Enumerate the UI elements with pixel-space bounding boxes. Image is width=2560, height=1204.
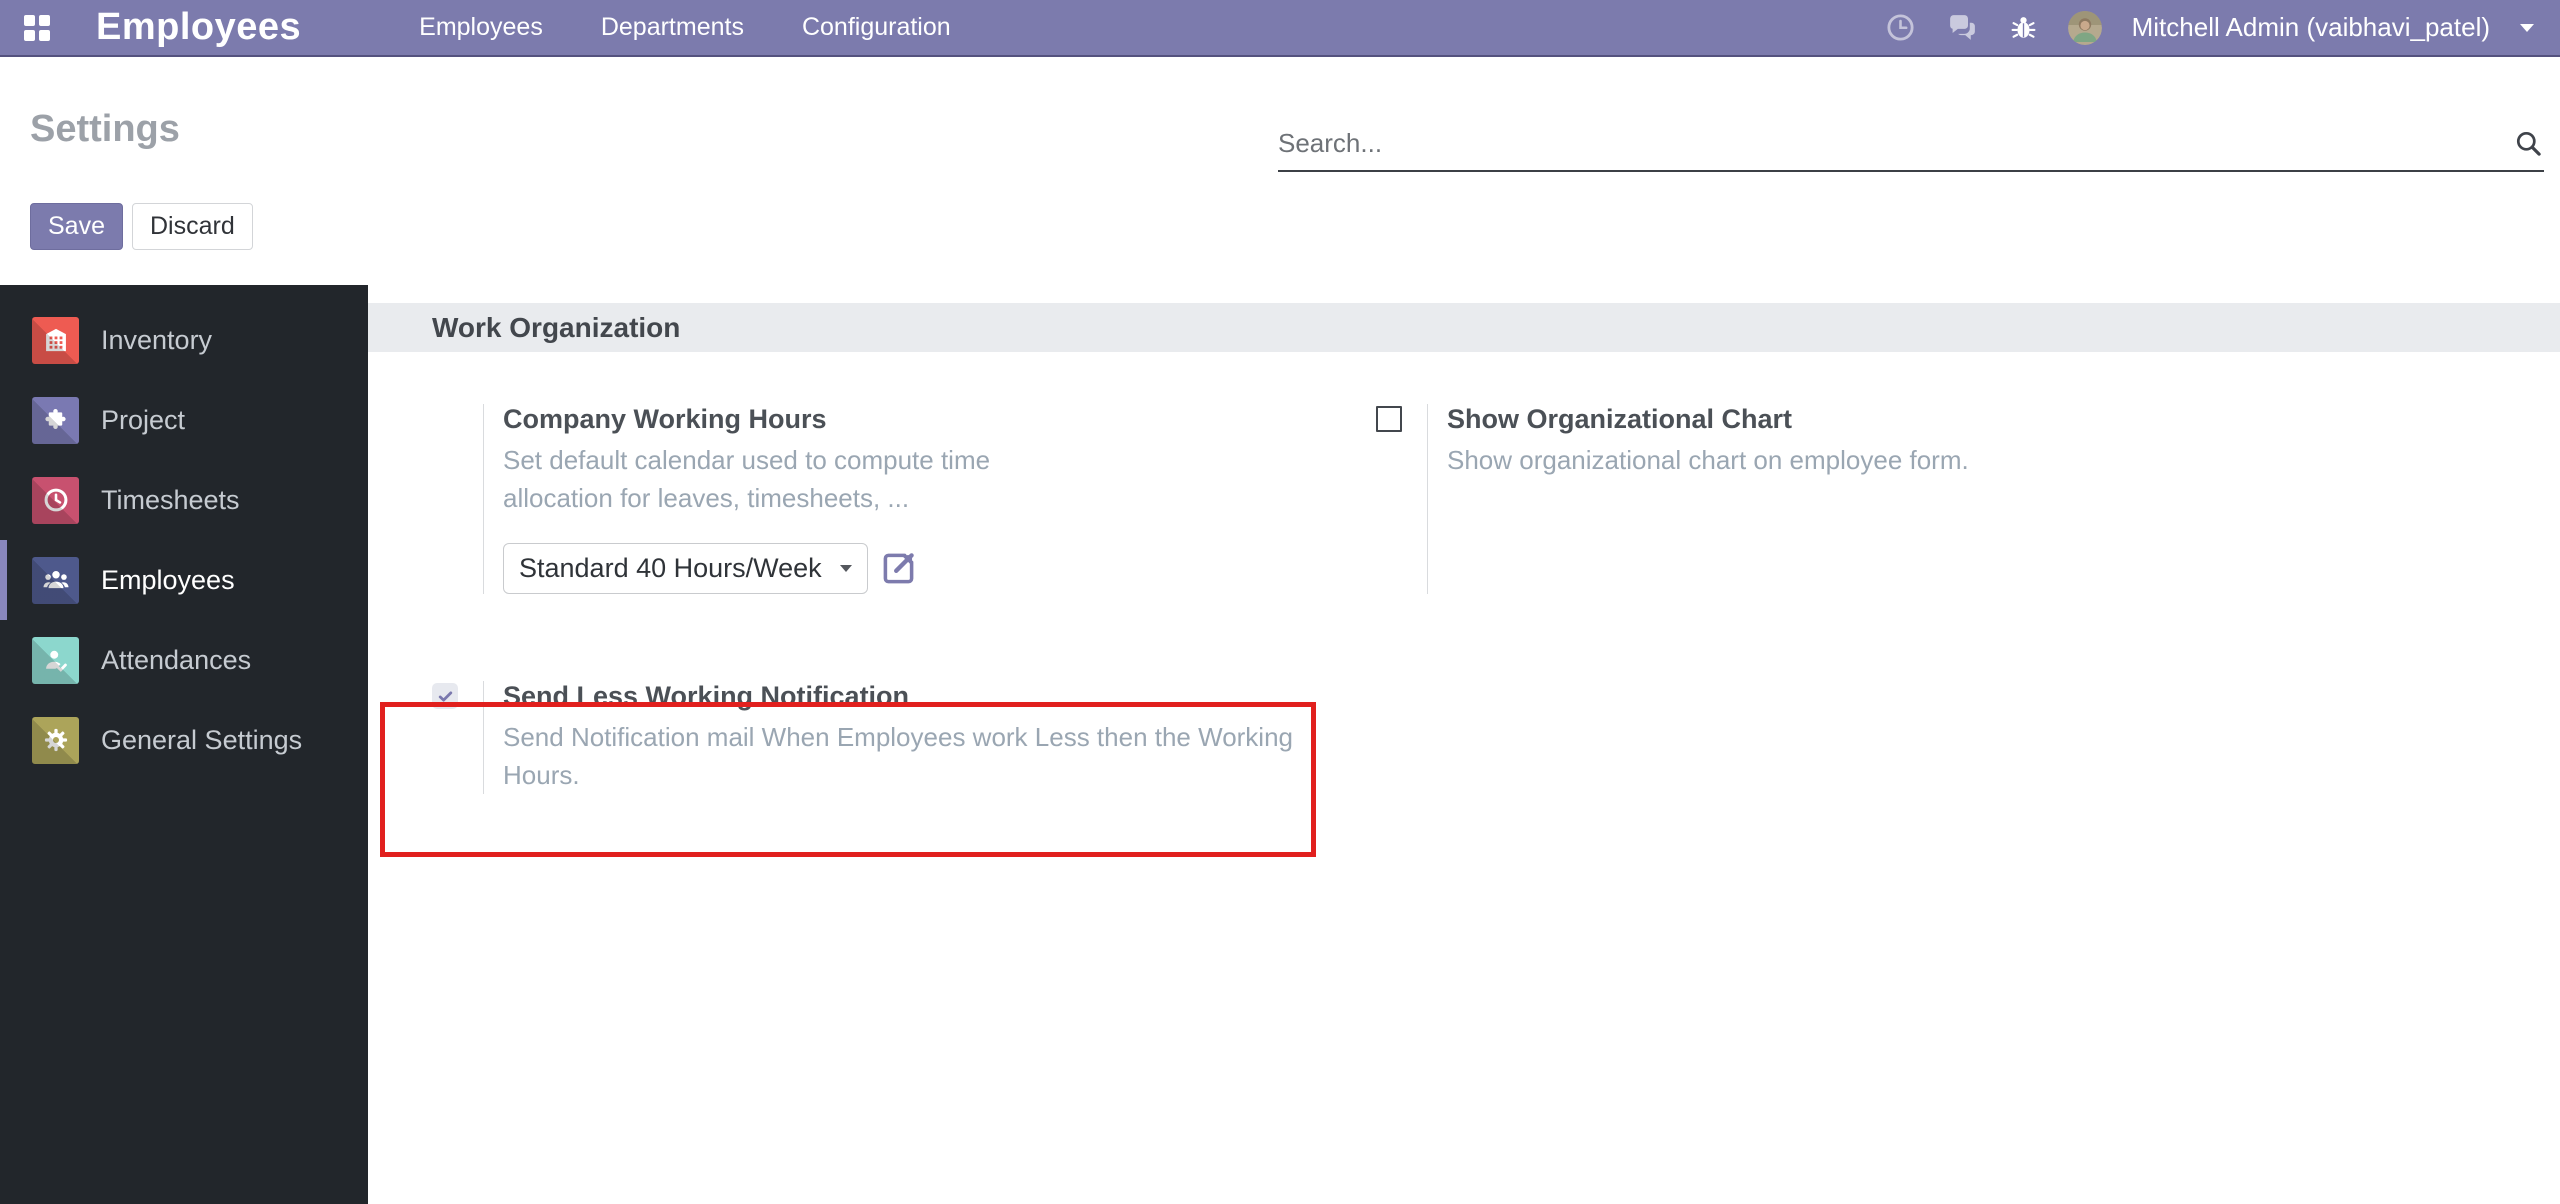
sidebar-item-timesheets[interactable]: Timesheets: [0, 460, 368, 540]
setting-right-pane: Show Organizational Chart Show organizat…: [1427, 404, 2320, 594]
top-navbar: Employees Employees Departments Configur…: [0, 0, 2560, 57]
setting-left-pane: [1376, 404, 1427, 594]
timesheets-icon: [32, 476, 79, 524]
user-avatar[interactable]: [2067, 10, 2102, 45]
debug-icon[interactable]: [2009, 13, 2038, 42]
setting-send-less-working-notification: Send Less Working Notification Send Noti…: [432, 681, 1376, 794]
apps-menu-icon[interactable]: [24, 14, 50, 41]
messages-icon[interactable]: [1946, 11, 1979, 44]
sidebar-label: Inventory: [101, 324, 213, 355]
working-hours-select-value: Standard 40 Hours/Week: [519, 553, 822, 583]
project-icon: [32, 396, 79, 444]
user-menu[interactable]: Mitchell Admin (vaibhavi_patel): [2132, 12, 2490, 43]
navbar-right: Mitchell Admin (vaibhavi_patel): [1885, 10, 2560, 45]
setting-description: Send Notification mail When Employees wo…: [503, 722, 1294, 790]
settings-content: Work Organization Company Working Hours …: [368, 285, 2560, 1204]
search-input[interactable]: [1278, 127, 2513, 159]
select-caret-icon: [839, 565, 852, 572]
save-button[interactable]: Save: [30, 203, 123, 250]
setting-title: Send Less Working Notification: [503, 681, 910, 711]
sidebar-item-general-settings[interactable]: General Settings: [0, 700, 368, 780]
setting-company-working-hours: Company Working Hours Set default calend…: [432, 404, 1376, 594]
nav-item-departments[interactable]: Departments: [601, 13, 744, 42]
setting-show-org-chart: Show Organizational Chart Show organizat…: [1376, 404, 2320, 594]
activities-clock-icon[interactable]: [1885, 12, 1916, 43]
top-menu: Employees Departments Configuration: [419, 13, 951, 42]
employees-icon: [32, 556, 79, 604]
sidebar-label: Attendances: [101, 644, 252, 675]
setting-left-pane: [432, 681, 483, 794]
chevron-down-icon[interactable]: [2520, 23, 2534, 32]
external-link-icon[interactable]: [880, 550, 917, 587]
setting-right-pane: Company Working Hours Set default calend…: [483, 404, 1376, 594]
sidebar-item-employees[interactable]: Employees: [0, 540, 368, 620]
discard-button[interactable]: Discard: [131, 203, 253, 250]
settings-row-2: Send Less Working Notification Send Noti…: [368, 681, 2560, 794]
setting-left-pane: [432, 404, 483, 594]
sidebar-label: General Settings: [101, 724, 303, 755]
setting-title: Company Working Hours: [503, 404, 827, 434]
section-header-work-organization: Work Organization: [368, 303, 2560, 352]
sidebar-label: Project: [101, 404, 186, 435]
sidebar-item-attendances[interactable]: Attendances: [0, 620, 368, 700]
search-icon[interactable]: [2513, 128, 2544, 159]
send-less-working-notification-checkbox[interactable]: [432, 683, 458, 709]
page-title: Settings: [30, 108, 180, 150]
setting-description: Show organizational chart on employee fo…: [1447, 445, 1969, 475]
inventory-icon: [32, 316, 79, 364]
general-settings-icon: [32, 716, 79, 764]
search-bar: [1278, 116, 2544, 172]
attendances-icon: [32, 636, 79, 684]
working-hours-select[interactable]: Standard 40 Hours/Week: [503, 543, 868, 594]
setting-right-pane: Send Less Working Notification Send Noti…: [483, 681, 1376, 794]
nav-item-configuration[interactable]: Configuration: [802, 13, 951, 42]
settings-sidebar: Inventory Project Timesheets Employees A…: [0, 285, 368, 1204]
action-buttons: Save Discard: [30, 203, 253, 250]
setting-description: Set default calendar used to compute tim…: [503, 445, 991, 513]
section-title: Work Organization: [432, 311, 681, 343]
settings-row-1: Company Working Hours Set default calend…: [368, 404, 2560, 594]
sidebar-item-project[interactable]: Project: [0, 380, 368, 460]
working-hours-select-row: Standard 40 Hours/Week: [503, 543, 1376, 594]
setting-title: Show Organizational Chart: [1447, 404, 1793, 434]
sidebar-label: Employees: [101, 564, 235, 595]
sidebar-item-inventory[interactable]: Inventory: [0, 300, 368, 380]
show-org-chart-checkbox[interactable]: [1376, 406, 1402, 432]
app-title: Employees: [96, 6, 302, 48]
sidebar-label: Timesheets: [101, 484, 240, 515]
nav-item-employees[interactable]: Employees: [419, 13, 543, 42]
